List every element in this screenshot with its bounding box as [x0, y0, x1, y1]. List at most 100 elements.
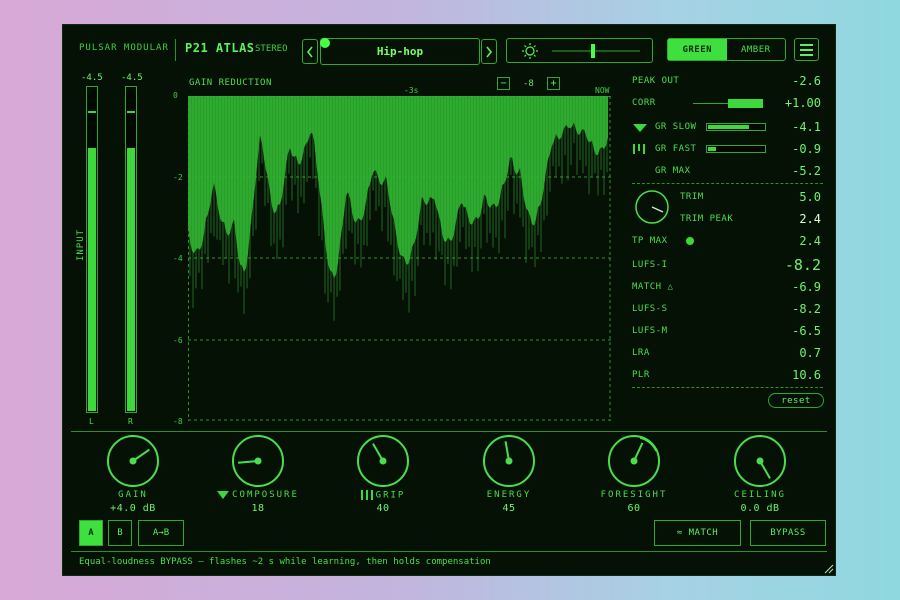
chevron-right-icon	[486, 46, 493, 57]
knob-gain[interactable]	[105, 433, 161, 489]
ab-slot-a-button[interactable]: A	[79, 520, 103, 546]
corr-meter-fill	[728, 99, 763, 108]
gr-slow-label: GR SLOW	[655, 122, 697, 132]
gr-slow-bar	[706, 123, 766, 131]
input-label: INPUT	[76, 228, 87, 262]
gr-fast-icon	[633, 144, 645, 154]
knob-label: GRIP	[328, 490, 438, 501]
ab-slot-b-button[interactable]: B	[108, 520, 132, 546]
bypass-button[interactable]: BYPASS	[750, 520, 826, 546]
input-meter-right	[125, 86, 137, 413]
brightness-slider[interactable]	[506, 38, 653, 63]
lufs-m-label: LUFS-M	[632, 326, 668, 336]
tp-max-label: TP MAX	[632, 236, 668, 246]
knob-value: 0.0 dB	[740, 503, 780, 514]
zoom-in-button[interactable]: +	[547, 77, 560, 90]
theme-green-option[interactable]: GREEN	[668, 39, 727, 60]
plr-label: PLR	[632, 370, 650, 380]
gr-fast-bar	[706, 145, 766, 153]
lufs-s-label: LUFS-S	[632, 304, 668, 314]
lufs-i-label: LUFS-I	[632, 260, 668, 270]
input-left-level	[88, 147, 96, 411]
gain-reduction-waveform	[188, 96, 608, 321]
peak-out-label: PEAK OUT	[632, 76, 680, 86]
gr-fast-value: -0.9	[792, 142, 821, 156]
knob-foresight[interactable]	[606, 433, 662, 489]
zoom-value: -8	[523, 79, 534, 89]
trim-label: TRIM	[680, 192, 704, 202]
tp-max-indicator	[686, 237, 694, 245]
brand-label: PULSAR MODULAR	[79, 43, 169, 53]
preset-selector[interactable]: Hip-hop	[320, 38, 480, 65]
knob-value: 45	[502, 503, 516, 514]
match-label: MATCH △	[632, 282, 674, 292]
sun-icon	[522, 43, 538, 59]
preset-next-button[interactable]	[481, 39, 497, 64]
knob-value: 60	[627, 503, 641, 514]
graph-y-tick: -4	[173, 254, 183, 263]
trim-knob[interactable]	[634, 189, 670, 225]
match-value: -6.9	[792, 280, 821, 294]
input-right-peak: -4.5	[121, 73, 143, 83]
input-left-label: L	[89, 417, 94, 426]
preset-modified-indicator	[320, 38, 330, 48]
knob-label: CEILING	[734, 490, 786, 500]
knob-grip[interactable]	[355, 433, 411, 489]
color-theme-toggle[interactable]: GREEN AMBER	[667, 38, 786, 61]
input-left-peak: -4.5	[81, 73, 103, 83]
reset-button[interactable]: reset	[768, 393, 824, 408]
readout-divider	[632, 183, 823, 184]
knob-value: 40	[376, 503, 390, 514]
graph-y-tick: -6	[173, 336, 183, 345]
trim-peak-value: 2.4	[799, 212, 821, 226]
tp-max-value: 2.4	[799, 234, 821, 248]
readout-divider	[632, 387, 823, 388]
channel-mode: STEREO	[255, 44, 288, 54]
knob-label: GAIN	[118, 490, 148, 500]
knob-value: 18	[251, 503, 265, 514]
lufs-s-value: -8.2	[792, 302, 821, 316]
graph-y-tick: -2	[173, 173, 183, 182]
peak-out-value: -2.6	[792, 74, 821, 88]
brightness-thumb[interactable]	[591, 44, 595, 58]
graph-y-tick: 0	[173, 91, 178, 100]
theme-amber-option[interactable]: AMBER	[727, 39, 786, 60]
gain-reduction-graph	[188, 96, 611, 421]
status-text: Equal-loudness BYPASS — flashes ~2 s whi…	[79, 557, 491, 567]
footer-divider	[71, 551, 827, 552]
graph-now-label: NOW	[595, 86, 610, 95]
match-button[interactable]: ≈ MATCH	[654, 520, 741, 546]
ab-copy-button[interactable]: A→B	[138, 520, 184, 546]
input-right-peak-hold	[127, 111, 135, 113]
input-right-level	[127, 147, 135, 411]
input-meter-left	[86, 86, 98, 413]
lufs-m-value: -6.5	[792, 324, 821, 338]
gr-slow-value: -4.1	[792, 120, 821, 134]
preset-prev-button[interactable]	[302, 39, 318, 64]
hamburger-menu-icon[interactable]	[794, 38, 819, 61]
gr-slow-icon	[633, 124, 647, 132]
zoom-out-button[interactable]: −	[497, 77, 510, 90]
plr-value: 10.6	[792, 368, 821, 382]
graph-y-tick: -8	[173, 417, 183, 426]
knob-label-text: GRIP	[375, 490, 406, 501]
lra-label: LRA	[632, 348, 650, 358]
model-name: P21 ATLAS	[185, 41, 255, 55]
gr-max-value: -5.2	[792, 164, 821, 178]
knob-value: +4.0 dB	[110, 503, 156, 514]
plugin-window: PULSAR MODULAR P21 ATLAS STEREO Hip-hop …	[62, 24, 836, 576]
composure-icon	[217, 490, 230, 499]
corr-value: +1.00	[784, 96, 821, 110]
grip-icon	[360, 490, 373, 500]
gr-fast-label: GR FAST	[655, 144, 697, 154]
input-left-peak-hold	[88, 111, 96, 113]
lufs-i-value: -8.2	[784, 256, 821, 274]
knob-energy[interactable]	[481, 433, 537, 489]
knob-composure[interactable]	[230, 433, 286, 489]
gr-max-label: GR MAX	[655, 166, 691, 176]
corr-label: CORR	[632, 98, 656, 108]
knob-label: COMPOSURE	[203, 490, 313, 500]
knob-ceiling[interactable]	[732, 433, 788, 489]
input-right-label: R	[128, 417, 133, 426]
resize-grip-icon[interactable]	[824, 564, 834, 574]
